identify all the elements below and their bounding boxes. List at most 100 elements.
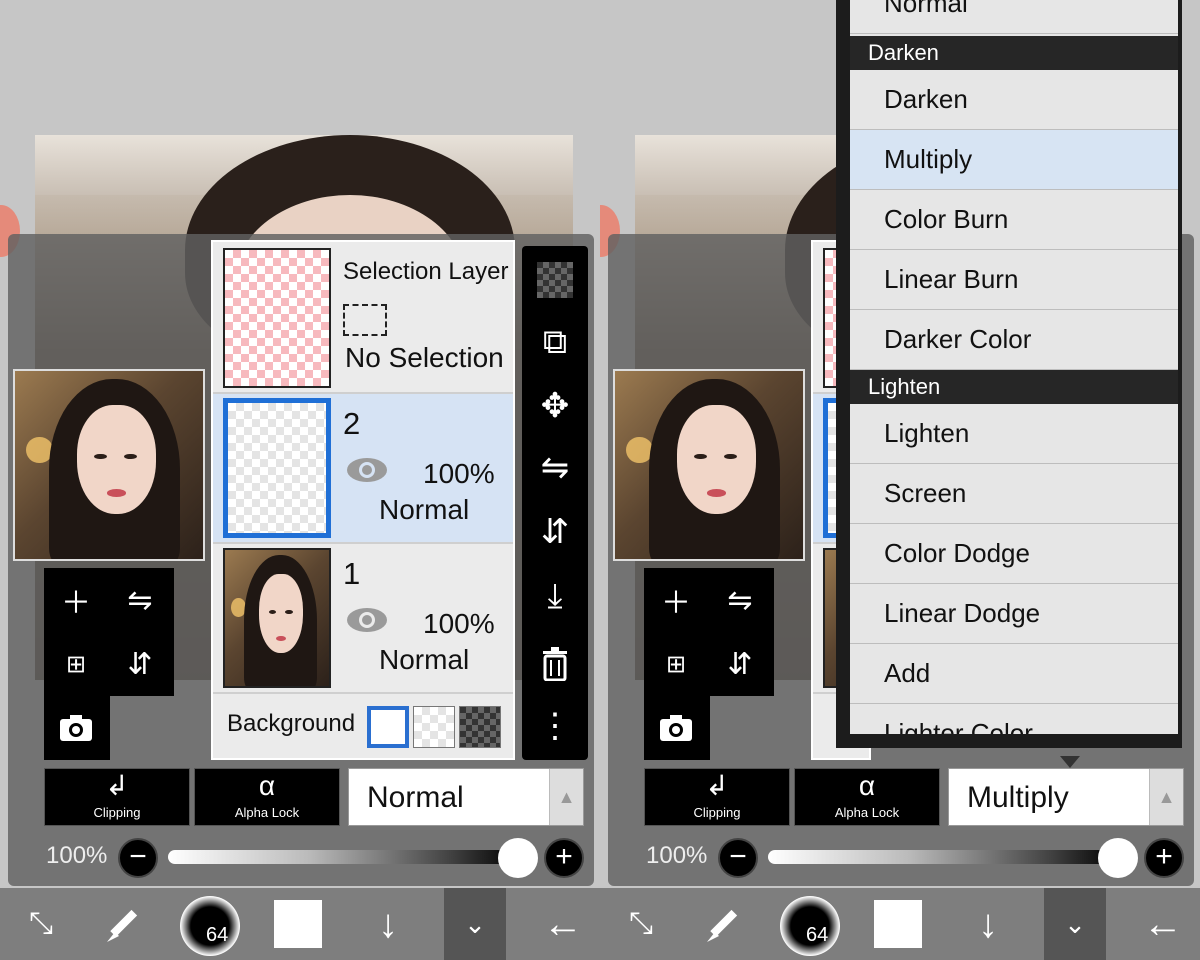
blend-mode-select[interactable]: Normal ▲ — [348, 768, 584, 826]
blend-option-lighten[interactable]: Lighten — [850, 404, 1178, 464]
opacity-slider-knob[interactable] — [498, 838, 538, 878]
lthumb-eye-right — [285, 609, 293, 614]
opacity-label: 100% — [46, 842, 108, 869]
blend-option-screen[interactable]: Screen — [850, 464, 1178, 524]
layers-toggle-icon[interactable]: ⌄ — [444, 888, 506, 960]
opacity-decrease-button[interactable]: − — [718, 838, 758, 878]
duplicate-layer-icon[interactable]: ⊞ — [44, 632, 108, 696]
chevron-up-icon[interactable]: ▲ — [549, 769, 583, 825]
layer-list: Selection Layer No Selection 2 100% Norm… — [211, 240, 515, 760]
clipping-label: Clipping — [93, 805, 141, 820]
camera-icon[interactable] — [644, 696, 708, 760]
eye-icon[interactable] — [345, 606, 389, 634]
arrow-down-icon[interactable]: ↓ — [378, 888, 398, 960]
arrow-down-icon[interactable]: ↓ — [978, 888, 998, 960]
clipping-button[interactable]: ↲ Clipping — [44, 768, 190, 826]
add-layer-icon[interactable]: ＋ — [644, 568, 708, 632]
add-layer-icon[interactable]: ＋ — [44, 568, 108, 632]
clipping-icon: ↲ — [105, 770, 129, 801]
checkerboard-icon[interactable] — [522, 250, 588, 310]
layer-row-2[interactable]: 2 100% Normal — [213, 394, 513, 544]
background-dark-swatch[interactable] — [459, 706, 501, 748]
opacity-label: 100% — [646, 842, 708, 869]
layers-toggle-icon[interactable]: ⌄ — [1044, 888, 1106, 960]
duplicate-layer-icon[interactable]: ⊞ — [644, 632, 708, 696]
portrait-face — [77, 404, 156, 514]
opacity-increase-button[interactable]: + — [544, 838, 584, 878]
move-icon[interactable]: ✥ — [522, 376, 588, 436]
layer-2-thumbnail — [223, 398, 331, 538]
opacity-decrease-button[interactable]: − — [118, 838, 158, 878]
reference-thumbnail[interactable] — [13, 369, 205, 561]
flip-vertical-icon[interactable]: ⇵ — [108, 632, 172, 696]
blend-option-darker-color[interactable]: Darker Color — [850, 310, 1178, 370]
clipping-button[interactable]: ↲ Clipping — [644, 768, 790, 826]
more-vertical-icon[interactable]: ⋮ — [522, 696, 588, 756]
flip-vertical-icon[interactable]: ⇵ — [708, 632, 772, 696]
brush-icon[interactable] — [90, 888, 156, 960]
opacity-slider-knob[interactable] — [1098, 838, 1138, 878]
back-arrow-icon[interactable]: ← — [1130, 888, 1196, 960]
blend-option-color-burn[interactable]: Color Burn — [850, 190, 1178, 250]
color-swatch[interactable] — [274, 900, 322, 948]
checkerboard-icon-fill — [537, 262, 573, 298]
chevron-up-icon[interactable]: ▲ — [1149, 769, 1183, 825]
selection-layer-name: Selection Layer — [343, 258, 509, 285]
blend-option-normal[interactable]: Normal — [850, 0, 1178, 34]
trash-icon[interactable] — [522, 634, 588, 694]
lthumb-eye-left — [268, 609, 276, 614]
layer-transfer-icon[interactable]: ⧉ — [522, 312, 588, 372]
alpha-lock-button[interactable]: α Alpha Lock — [794, 768, 940, 826]
background-white-swatch[interactable] — [367, 706, 409, 748]
blend-mode-dropdown[interactable]: Normal Darken Darken Multiply Color Burn… — [836, 0, 1182, 748]
opacity-increase-button[interactable]: + — [1144, 838, 1184, 878]
camera-icon[interactable] — [44, 696, 108, 760]
back-arrow-icon[interactable]: ← — [530, 888, 596, 960]
blend-option-darken[interactable]: Darken — [850, 70, 1178, 130]
layer-1-portrait — [225, 550, 329, 686]
blend-option-color-dodge[interactable]: Color Dodge — [850, 524, 1178, 584]
group-header-darken: Darken — [850, 36, 1178, 70]
eye-icon[interactable] — [345, 456, 389, 484]
portrait-image — [15, 371, 203, 559]
blend-option-multiply[interactable]: Multiply — [850, 130, 1178, 190]
selection-state: No Selection — [345, 342, 504, 373]
background-label: Background — [227, 710, 356, 737]
blend-option-linear-burn[interactable]: Linear Burn — [850, 250, 1178, 310]
brush-size-label: 64 — [806, 924, 829, 946]
flip-vertical-icon[interactable]: ⇵ — [522, 502, 588, 562]
flip-horizontal-icon[interactable]: ⇋ — [108, 568, 172, 632]
flip-horizontal-icon[interactable]: ⇋ — [522, 438, 588, 498]
brush-icon[interactable] — [690, 888, 756, 960]
alpha-lock-icon: α — [258, 770, 276, 801]
portrait-image — [615, 371, 803, 559]
dropdown-pointer — [1060, 756, 1080, 768]
opacity-slider[interactable] — [768, 850, 1118, 864]
layer-row-1[interactable]: 1 100% Normal — [213, 544, 513, 694]
clipping-icon: ↲ — [705, 770, 729, 801]
color-swatch[interactable] — [874, 900, 922, 948]
layer-row-selection[interactable]: Selection Layer No Selection — [213, 242, 513, 394]
background-row: Background — [213, 694, 513, 758]
transform-tool-icon[interactable]: ⤡ — [608, 888, 674, 960]
opacity-row: 100% − + — [600, 836, 1200, 878]
lthumb-face — [259, 574, 303, 654]
background-transparent-swatch[interactable] — [413, 706, 455, 748]
portrait-lips — [707, 489, 726, 497]
reference-thumbnail[interactable] — [613, 369, 805, 561]
opacity-slider[interactable] — [168, 850, 518, 864]
blend-option-add[interactable]: Add — [850, 644, 1178, 704]
blend-mode-value: Normal — [367, 781, 464, 814]
merge-down-icon[interactable]: ⤓ — [522, 566, 588, 626]
flip-horizontal-icon[interactable]: ⇋ — [708, 568, 772, 632]
layer-1-opacity: 100% — [423, 608, 495, 639]
blend-option-linear-dodge[interactable]: Linear Dodge — [850, 584, 1178, 644]
transform-tool-icon[interactable]: ⤡ — [8, 888, 74, 960]
alpha-lock-button[interactable]: α Alpha Lock — [194, 768, 340, 826]
portrait-lips — [107, 489, 126, 497]
alpha-lock-label: Alpha Lock — [234, 805, 300, 820]
blend-option-lighter-color[interactable]: Lighter Color — [850, 704, 1178, 734]
layer-1-name: 1 — [343, 556, 361, 591]
selection-marquee-icon — [343, 304, 387, 336]
blend-mode-select[interactable]: Multiply ▲ — [948, 768, 1184, 826]
